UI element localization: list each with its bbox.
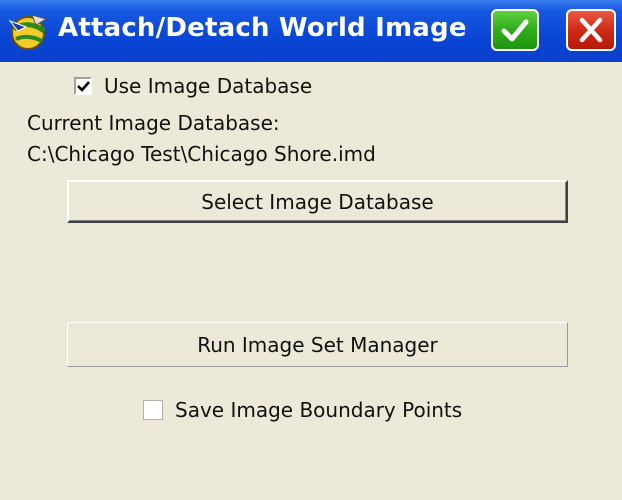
run-image-set-manager-button[interactable]: Run Image Set Manager	[67, 322, 568, 367]
close-button[interactable]	[566, 9, 616, 51]
save-boundary-points-checkbox[interactable]	[143, 400, 163, 420]
select-image-database-button[interactable]: Select Image Database	[67, 180, 568, 223]
save-boundary-points-label: Save Image Boundary Points	[175, 398, 463, 422]
globe-app-icon	[6, 9, 50, 53]
use-image-database-row[interactable]: Use Image Database	[74, 74, 312, 98]
title-bar: Attach/Detach World Image	[0, 0, 622, 62]
use-image-database-label: Use Image Database	[104, 74, 313, 98]
ok-button[interactable]	[491, 9, 539, 51]
window-title: Attach/Detach World Image	[58, 13, 467, 43]
save-boundary-points-row[interactable]: Save Image Boundary Points	[143, 398, 462, 422]
dialog-window: Attach/Detach World Image Use Image Data…	[0, 0, 622, 500]
current-database-path: C:\Chicago Test\Chicago Shore.imd	[27, 142, 376, 166]
current-database-heading: Current Image Database:	[27, 111, 280, 135]
use-image-database-checkbox[interactable]	[74, 77, 92, 95]
